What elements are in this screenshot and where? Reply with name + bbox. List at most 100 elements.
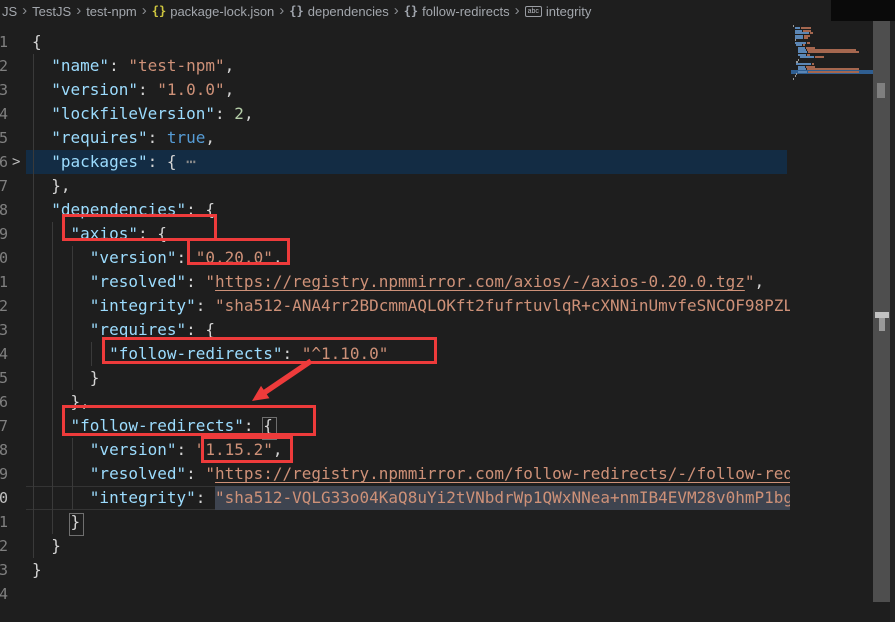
code-line[interactable]: 21 } (0, 510, 790, 534)
code-line[interactable]: 12 "integrity": "sha512-ANA4rr2BDcmmAQLO… (0, 294, 790, 318)
code-text: { (0, 30, 790, 54)
code-line[interactable]: 23} (0, 558, 790, 582)
code-token (32, 272, 90, 291)
code-line[interactable]: 5 "requires": true, (0, 126, 790, 150)
code-token (32, 248, 90, 267)
code-token: , (273, 248, 283, 267)
code-token: : (177, 248, 196, 267)
code-token: "packages" (51, 152, 147, 171)
code-text: "version": "1.0.0", (0, 78, 790, 102)
code-line[interactable]: 16 }, (0, 390, 790, 414)
code-token: "requires" (51, 128, 147, 147)
code-token: "resolved" (90, 272, 186, 291)
code-token (32, 320, 90, 339)
minimap[interactable] (791, 22, 873, 602)
breadcrumb-item-integrity[interactable]: abcintegrity (525, 4, 592, 19)
code-token: : (196, 296, 215, 315)
code-text: "integrity": "sha512-VQLG33o04KaQ8uYi2tV… (0, 486, 790, 510)
code-token: true (167, 128, 206, 147)
code-line[interactable]: 14 "follow-redirects": "^1.10.0" (0, 342, 790, 366)
code-line[interactable]: 10 "version": "0.20.0", (0, 246, 790, 270)
code-token: "name" (51, 56, 109, 75)
code-text: "follow-redirects": "^1.10.0" (0, 342, 790, 366)
code-token: : (196, 488, 215, 507)
code-line[interactable]: 3 "version": "1.0.0", (0, 78, 790, 102)
breadcrumb-label: follow-redirects (422, 4, 509, 19)
breadcrumb-item-js[interactable]: JS (2, 4, 17, 19)
chevron-right-icon: › (22, 0, 27, 22)
code-token: "0.20.0" (196, 248, 273, 267)
code-token (32, 440, 90, 459)
code-token: { (32, 32, 42, 51)
breadcrumb-label: TestJS (32, 4, 71, 19)
code-token (32, 56, 51, 75)
code-token: : { (148, 152, 187, 171)
breadcrumb-label: dependencies (308, 4, 389, 19)
breadcrumb-item-package-lock.json[interactable]: {}package-lock.json (152, 4, 275, 19)
breadcrumb-item-dependencies[interactable]: {}dependencies (289, 4, 388, 19)
code-token: } (32, 560, 42, 579)
breadcrumb-item-test-npm[interactable]: test-npm (86, 4, 137, 19)
code-token (32, 488, 90, 507)
code-line[interactable]: 18 "version": "1.15.2", (0, 438, 790, 462)
code-line[interactable]: 24 (0, 582, 790, 606)
code-text: "integrity": "sha512-ANA4rr2BDcmmAQLOKft… (0, 294, 790, 318)
code-token (32, 80, 51, 99)
code-line[interactable]: 6> "packages": { ⋯ (0, 150, 790, 174)
minimap-line (798, 71, 807, 73)
code-line[interactable]: 7 }, (0, 174, 790, 198)
code-text: } (0, 510, 790, 534)
code-token: "version" (90, 248, 177, 267)
code-token: "follow-redirects" (71, 416, 244, 435)
json-file-icon: {} (152, 4, 166, 18)
code-token (32, 296, 90, 315)
code-token: "^1.10.0" (302, 344, 389, 363)
chevron-right-icon: › (394, 0, 399, 22)
code-text: "requires": { (0, 318, 790, 342)
breadcrumb-item-testjs[interactable]: TestJS (32, 4, 71, 19)
code-text: "packages": { ⋯ (0, 150, 790, 174)
minimap-line (815, 56, 824, 58)
code-token: "integrity" (90, 488, 196, 507)
code-text: "version": "0.20.0", (0, 246, 790, 270)
code-text: "requires": true, (0, 126, 790, 150)
code-line[interactable]: 1{ (0, 30, 790, 54)
code-line[interactable]: 4 "lockfileVersion": 2, (0, 102, 790, 126)
code-token (32, 344, 109, 363)
code-token: "follow-redirects" (109, 344, 282, 363)
code-line[interactable]: 2 "name": "test-npm", (0, 54, 790, 78)
code-token: "sha512-ANA4rr2BDcmmAQLOKft2fufrtuvlqR+c… (215, 296, 790, 315)
code-token: , (225, 56, 235, 75)
code-token (32, 104, 51, 123)
code-line[interactable]: 8 "dependencies": { (0, 198, 790, 222)
code-line[interactable]: 20 "integrity": "sha512-VQLG33o04KaQ8uYi… (0, 486, 790, 510)
breadcrumb-item-follow-redirects[interactable]: {}follow-redirects (404, 4, 510, 19)
code-token: : { (244, 416, 273, 435)
scrollbar-track[interactable] (890, 21, 895, 622)
code-text: } (0, 366, 790, 390)
code-token: : (282, 344, 301, 363)
code-text: } (0, 558, 790, 582)
code-line[interactable]: 15 } (0, 366, 790, 390)
code-line[interactable]: 13 "requires": { (0, 318, 790, 342)
code-line[interactable]: 17 "follow-redirects": { (0, 414, 790, 438)
code-token: https://registry.npmmirror.com/follow-re… (215, 464, 790, 483)
code-token: 2 (234, 104, 244, 123)
code-token: , (225, 80, 235, 99)
code-line[interactable]: 9 "axios": { (0, 222, 790, 246)
code-token: https://registry.npmmirror.com/axios/-/a… (215, 272, 745, 291)
chevron-right-icon: › (76, 0, 81, 22)
breadcrumb: JS›TestJS›test-npm›{}package-lock.json›{… (0, 0, 832, 22)
code-text: }, (0, 390, 790, 414)
code-line[interactable]: 19 "resolved": "https://registry.npmmirr… (0, 462, 790, 486)
code-text: "lockfileVersion": 2, (0, 102, 790, 126)
code-token: "integrity" (90, 296, 196, 315)
editor-pane[interactable]: 1{2 "name": "test-npm",3 "version": "1.0… (0, 22, 790, 622)
code-token: "resolved" (90, 464, 186, 483)
code-token: "axios" (71, 224, 138, 243)
code-token: " (205, 464, 215, 483)
minimap-line (795, 75, 796, 77)
code-token (32, 152, 51, 171)
code-line[interactable]: 11 "resolved": "https://registry.npmmirr… (0, 270, 790, 294)
code-line[interactable]: 22 } (0, 534, 790, 558)
